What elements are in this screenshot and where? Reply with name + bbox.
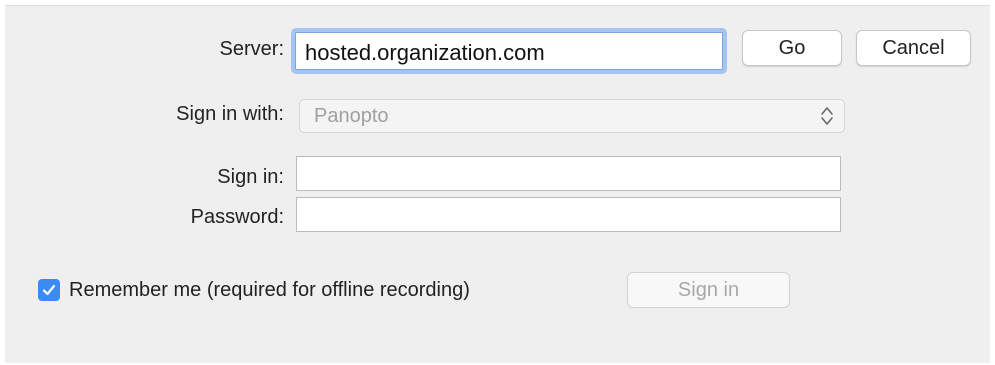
sign-in-window: Server: hosted.organization.com Go Cance…	[5, 5, 990, 363]
sign-in-with-value: Panopto	[314, 105, 389, 127]
sign-in-button-label: Sign in	[677, 279, 740, 301]
go-button-label: Go	[778, 37, 806, 59]
checkmark-icon	[42, 284, 56, 296]
server-input[interactable]: hosted.organization.com	[291, 28, 727, 74]
password-input[interactable]	[296, 197, 841, 232]
sign-in-button[interactable]: Sign in	[627, 272, 790, 308]
cancel-button[interactable]: Cancel	[856, 30, 971, 66]
sign-in-with-label: Sign in with:	[176, 103, 284, 125]
server-label: Server:	[219, 38, 284, 60]
go-button[interactable]: Go	[742, 30, 842, 66]
username-label: Sign in:	[217, 166, 284, 188]
up-down-chevron-icon	[820, 104, 834, 128]
username-input[interactable]	[296, 156, 841, 191]
remember-me-checkbox[interactable]	[38, 279, 60, 301]
sign-in-with-select[interactable]: Panopto	[299, 99, 845, 133]
remember-me-label[interactable]: Remember me (required for offline record…	[69, 279, 470, 302]
cancel-button-label: Cancel	[882, 37, 945, 59]
password-label: Password:	[190, 206, 284, 228]
server-input-value: hosted.organization.com	[305, 40, 545, 65]
